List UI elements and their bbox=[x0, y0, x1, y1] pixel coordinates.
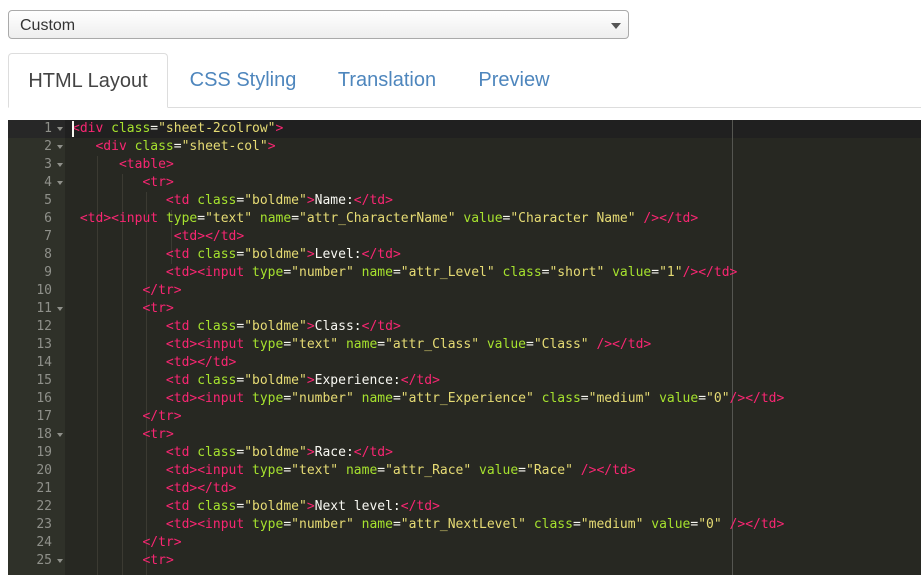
code-line[interactable]: <td class="boldme">Race:</td> bbox=[72, 444, 393, 462]
line-number: 4 bbox=[44, 175, 52, 190]
code-line[interactable]: <td><input type="number" name="attr_Leve… bbox=[72, 264, 737, 282]
code-line[interactable]: <td></td> bbox=[72, 228, 244, 246]
gutter-row[interactable]: 11 bbox=[8, 300, 65, 318]
gutter-row[interactable]: 12 bbox=[8, 318, 65, 336]
gutter-row[interactable]: 8 bbox=[8, 246, 65, 264]
text-cursor bbox=[72, 121, 74, 137]
fold-arrow-icon[interactable] bbox=[57, 433, 63, 437]
gutter-row[interactable]: 20 bbox=[8, 462, 65, 480]
code-line[interactable]: </tr> bbox=[72, 534, 181, 552]
line-number: 13 bbox=[36, 337, 52, 352]
code-line[interactable]: <td><input type="number" name="attr_Expe… bbox=[72, 390, 784, 408]
line-number: 2 bbox=[44, 139, 52, 154]
code-line[interactable]: <td><input type="text" name="attr_Charac… bbox=[72, 210, 698, 228]
line-number: 11 bbox=[36, 301, 52, 316]
gutter-row[interactable]: 2 bbox=[8, 138, 65, 156]
line-number: 15 bbox=[36, 373, 52, 388]
gutter-row[interactable]: 9 bbox=[8, 264, 65, 282]
line-number: 6 bbox=[44, 211, 52, 226]
code-line[interactable]: <td></td> bbox=[72, 480, 236, 498]
fold-arrow-icon[interactable] bbox=[57, 163, 63, 167]
code-line[interactable]: <td><input type="text" name="attr_Class"… bbox=[72, 336, 651, 354]
template-select[interactable]: Custom bbox=[8, 10, 629, 39]
code-line[interactable]: <td><input type="number" name="attr_Next… bbox=[72, 516, 784, 534]
gutter-row[interactable]: 3 bbox=[8, 156, 65, 174]
tab-css-styling[interactable]: CSS Styling bbox=[172, 53, 314, 107]
gutter-row[interactable]: 19 bbox=[8, 444, 65, 462]
line-number: 5 bbox=[44, 193, 52, 208]
gutter-row[interactable]: 13 bbox=[8, 336, 65, 354]
fold-arrow-icon[interactable] bbox=[57, 307, 63, 311]
gutter-row[interactable]: 17 bbox=[8, 408, 65, 426]
fold-arrow-icon[interactable] bbox=[57, 145, 63, 149]
gutter-row[interactable]: 4 bbox=[8, 174, 65, 192]
gutter-row[interactable]: 10 bbox=[8, 282, 65, 300]
code-line[interactable]: <td class="boldme">Name:</td> bbox=[72, 192, 393, 210]
code-line[interactable]: <tr> bbox=[72, 300, 173, 318]
line-number: 9 bbox=[44, 265, 52, 280]
line-number: 19 bbox=[36, 445, 52, 460]
line-number: 10 bbox=[36, 283, 52, 298]
fold-arrow-icon[interactable] bbox=[57, 181, 63, 185]
gutter-row[interactable]: 23 bbox=[8, 516, 65, 534]
code-editor[interactable]: 1 2 3 4 5 6 7 8 9 10 11 12 13 14 15 16 17 18 19 20 21 22 23 24 2… bbox=[8, 120, 921, 575]
gutter-row[interactable]: 15 bbox=[8, 372, 65, 390]
code-line[interactable]: </tr> bbox=[72, 408, 181, 426]
line-number: 1 bbox=[44, 121, 52, 136]
line-number: 20 bbox=[36, 463, 52, 478]
template-select-value: Custom bbox=[20, 17, 76, 34]
gutter-row[interactable]: 18 bbox=[8, 426, 65, 444]
tab-html-layout[interactable]: HTML Layout bbox=[8, 53, 168, 108]
gutter-row[interactable]: 5 bbox=[8, 192, 65, 210]
fold-arrow-icon[interactable] bbox=[57, 559, 63, 563]
code-line[interactable]: <div class="sheet-2colrow"> bbox=[72, 120, 283, 138]
gutter-row[interactable]: 21 bbox=[8, 480, 65, 498]
line-number: 14 bbox=[36, 355, 52, 370]
code-line[interactable]: </tr> bbox=[72, 282, 181, 300]
code-line[interactable]: <td class="boldme">Class:</td> bbox=[72, 318, 401, 336]
gutter-row[interactable]: 24 bbox=[8, 534, 65, 552]
line-number: 16 bbox=[36, 391, 52, 406]
print-margin bbox=[732, 120, 733, 575]
line-number: 23 bbox=[36, 517, 52, 532]
code-line[interactable]: <div class="sheet-col"> bbox=[72, 138, 275, 156]
editor-tabs: HTML Layout CSS Styling Translation Prev… bbox=[8, 53, 921, 108]
gutter-row[interactable]: 6 bbox=[8, 210, 65, 228]
code-line[interactable]: <td><input type="text" name="attr_Race" … bbox=[72, 462, 636, 480]
gutter-row[interactable]: 1 bbox=[8, 120, 65, 138]
line-number: 17 bbox=[36, 409, 52, 424]
line-number: 22 bbox=[36, 499, 52, 514]
code-line[interactable]: <td class="boldme">Experience:</td> bbox=[72, 372, 440, 390]
line-number: 24 bbox=[36, 535, 52, 550]
line-number: 12 bbox=[36, 319, 52, 334]
line-number: 18 bbox=[36, 427, 52, 442]
code-line[interactable]: <td class="boldme">Next level:</td> bbox=[72, 498, 440, 516]
tab-translation[interactable]: Translation bbox=[322, 53, 452, 107]
gutter-row[interactable]: 25 bbox=[8, 552, 65, 570]
code-line[interactable]: <td class="boldme">Level:</td> bbox=[72, 246, 401, 264]
gutter-row[interactable]: 14 bbox=[8, 354, 65, 372]
code-line[interactable]: <tr> bbox=[72, 552, 173, 570]
line-number: 21 bbox=[36, 481, 52, 496]
line-number: 25 bbox=[36, 553, 52, 568]
code-line[interactable]: <tr> bbox=[72, 426, 173, 444]
code-line[interactable]: <td></td> bbox=[72, 354, 236, 372]
line-number-gutter[interactable]: 1 2 3 4 5 6 7 8 9 10 11 12 13 14 15 16 17 18 19 20 21 22 23 24 2… bbox=[8, 120, 65, 575]
code-line[interactable]: <table> bbox=[72, 156, 174, 174]
gutter-row[interactable]: 16 bbox=[8, 390, 65, 408]
line-number: 7 bbox=[44, 229, 52, 244]
tab-preview[interactable]: Preview bbox=[464, 53, 564, 107]
code-line[interactable]: <tr> bbox=[72, 174, 173, 192]
fold-arrow-icon[interactable] bbox=[57, 127, 63, 131]
chevron-down-icon bbox=[611, 23, 621, 29]
line-number: 3 bbox=[44, 157, 52, 172]
gutter-row[interactable]: 7 bbox=[8, 228, 65, 246]
gutter-row[interactable]: 22 bbox=[8, 498, 65, 516]
line-number: 8 bbox=[44, 247, 52, 262]
